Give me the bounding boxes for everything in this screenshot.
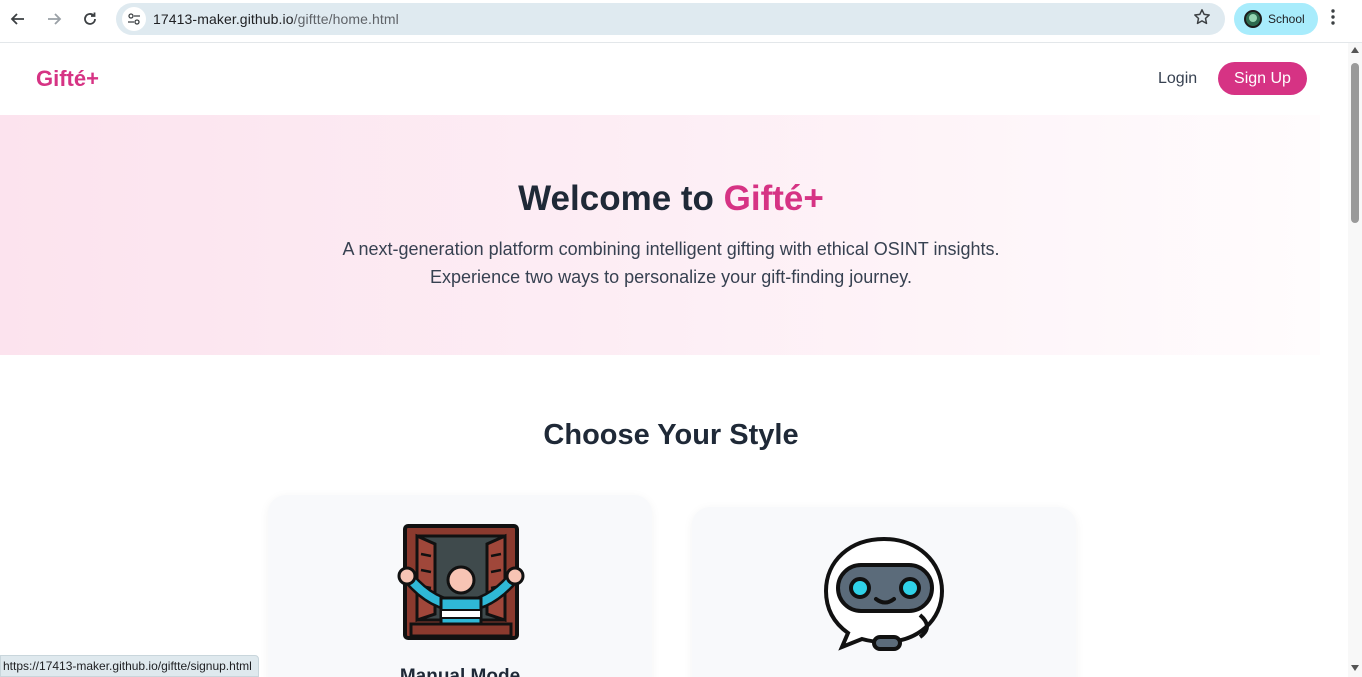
page-scrollbar[interactable] xyxy=(1348,43,1362,677)
hero-section: Welcome to Gifté+ A next-generation plat… xyxy=(0,115,1320,355)
page-viewport: Gifté+ Login Sign Up Welcome to Gifté+ A… xyxy=(0,43,1348,677)
browser-toolbar: 17413-maker.github.io/giftte/home.html S… xyxy=(0,0,1362,43)
site-header: Gifté+ Login Sign Up xyxy=(0,43,1348,115)
scroll-down-arrow-icon[interactable] xyxy=(1351,665,1359,671)
address-bar[interactable]: 17413-maker.github.io/giftte/home.html xyxy=(116,3,1225,35)
star-icon[interactable] xyxy=(1193,8,1211,31)
url-text[interactable]: 17413-maker.github.io/giftte/home.html xyxy=(153,11,399,27)
login-link[interactable]: Login xyxy=(1158,70,1197,88)
scrollbar-thumb[interactable] xyxy=(1351,63,1359,223)
manual-mode-card[interactable]: Manual Mode xyxy=(268,495,652,677)
back-icon[interactable] xyxy=(5,6,31,32)
url-host: 17413-maker.github.io xyxy=(153,11,294,27)
hero-description-line2: Experience two ways to personalize your … xyxy=(430,267,912,287)
forward-icon[interactable] xyxy=(41,6,67,32)
ai-mode-card[interactable] xyxy=(692,507,1076,677)
avatar xyxy=(1244,10,1262,28)
profile-label: School xyxy=(1268,12,1305,26)
site-info-icon[interactable] xyxy=(122,7,146,31)
brand-logo[interactable]: Gifté+ xyxy=(36,66,99,92)
hero-title: Welcome to Gifté+ xyxy=(0,179,1342,219)
manual-mode-title: Manual Mode xyxy=(399,666,521,677)
signup-button[interactable]: Sign Up xyxy=(1218,62,1307,95)
hero-title-brand: Gifté+ xyxy=(723,179,824,218)
url-path: /giftte/home.html xyxy=(293,11,399,27)
reload-icon[interactable] xyxy=(77,6,103,32)
hero-title-prefix: Welcome to xyxy=(518,179,724,218)
robot-chat-icon xyxy=(820,535,950,656)
section-title: Choose Your Style xyxy=(543,419,799,451)
link-status-bar: https://17413-maker.github.io/giftte/sig… xyxy=(0,655,259,677)
scroll-up-arrow-icon[interactable] xyxy=(1351,47,1359,53)
kebab-menu-icon[interactable] xyxy=(1330,8,1336,31)
open-window-person-icon xyxy=(397,520,525,649)
profile-chip[interactable]: School xyxy=(1234,3,1318,35)
hero-description-line1: A next-generation platform combining int… xyxy=(342,239,1000,259)
